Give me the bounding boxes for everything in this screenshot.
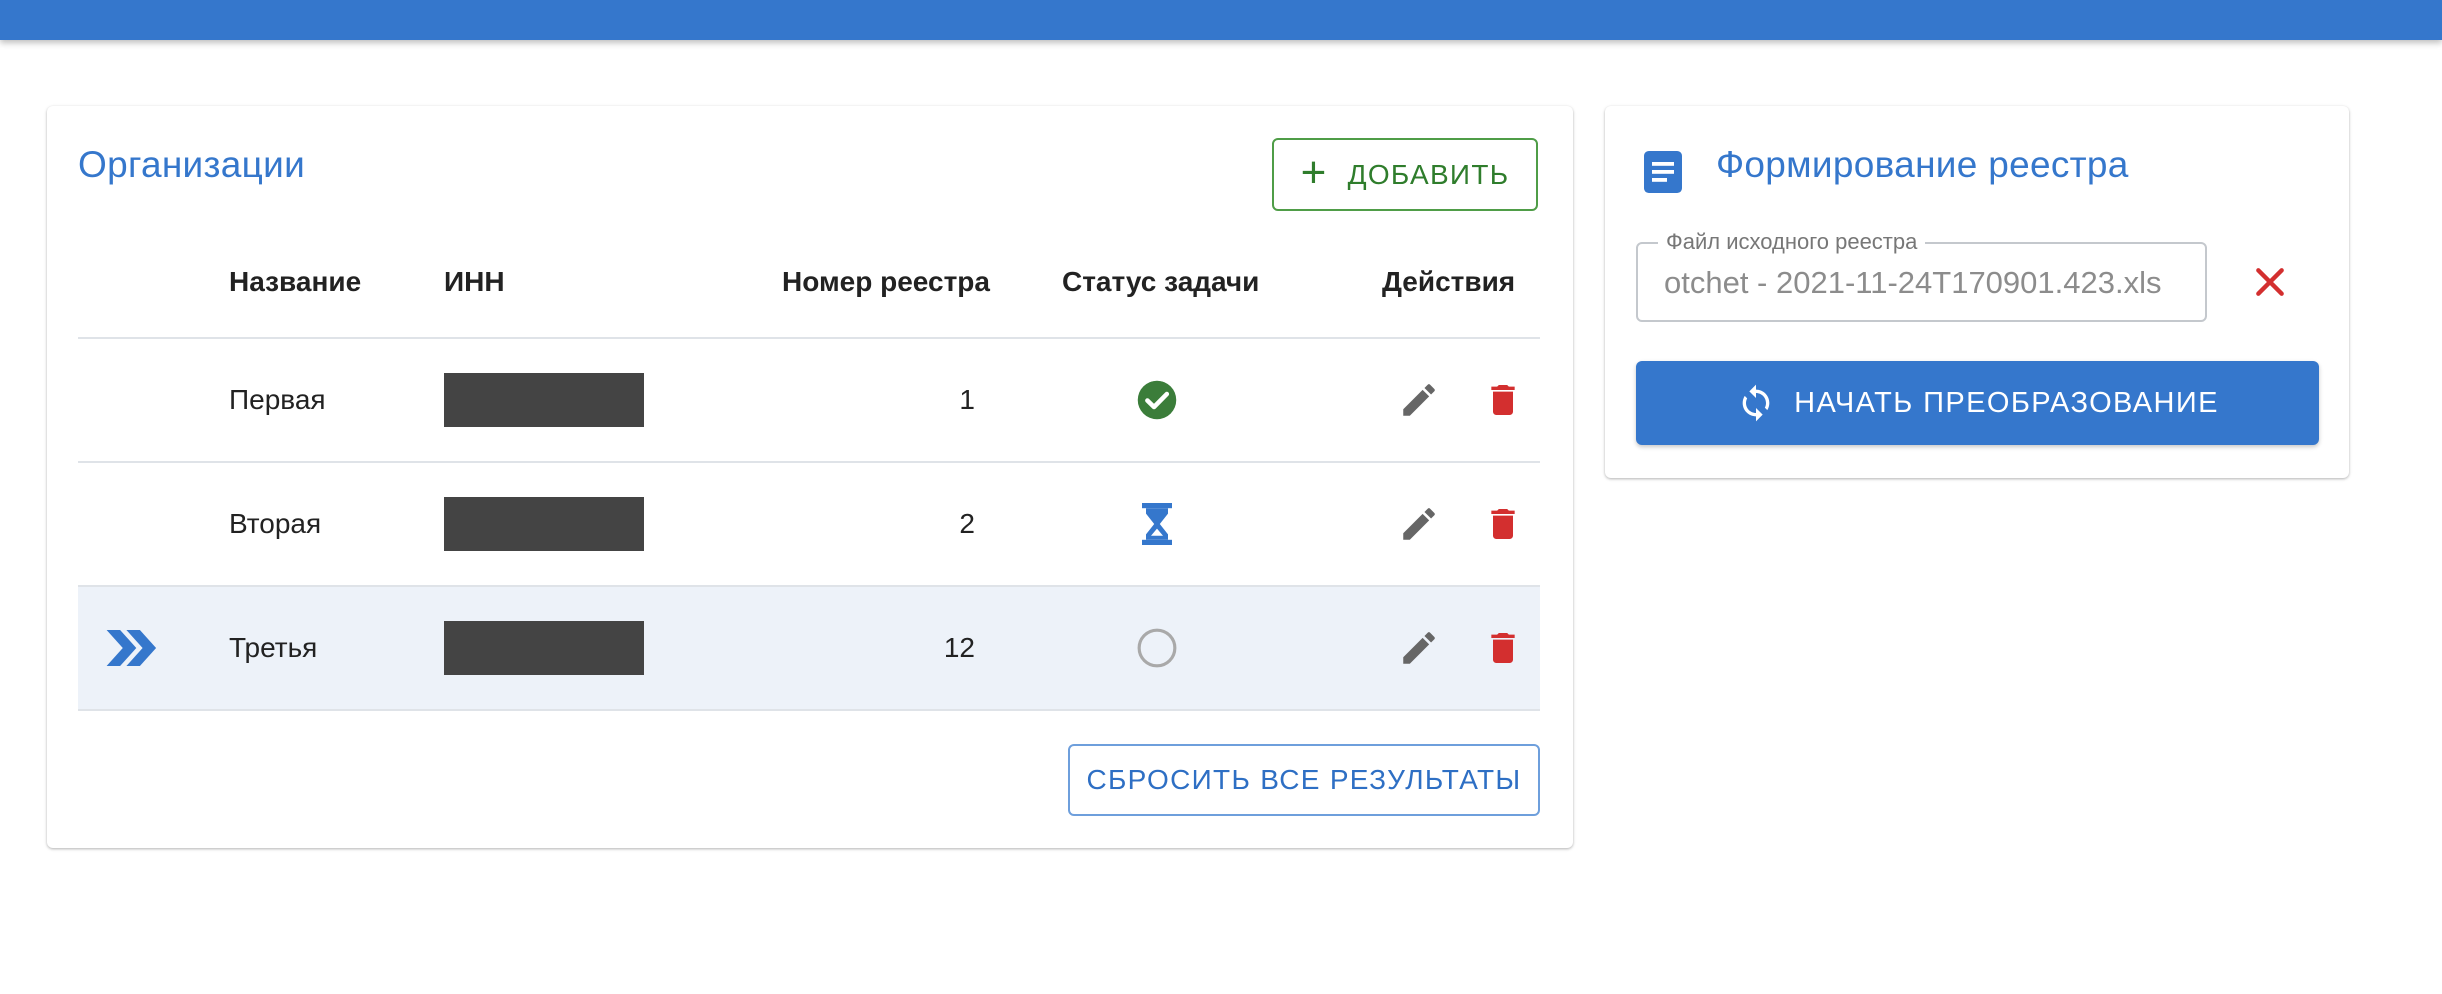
pencil-icon	[1403, 384, 1435, 416]
table-row[interactable]: Вторая 2	[78, 463, 1540, 587]
document-icon	[1644, 151, 1682, 193]
column-header-inn: ИНН	[444, 266, 505, 297]
add-button-label: Добавить	[1347, 158, 1510, 190]
organizations-card: Организации + Добавить Название ИНН Номе…	[47, 106, 1573, 848]
start-conversion-button[interactable]: Начать преобразование	[1636, 361, 2319, 445]
delete-button[interactable]	[1483, 339, 1523, 461]
edit-button[interactable]	[1398, 463, 1440, 585]
row-name: Вторая	[229, 508, 322, 539]
inn-cell	[444, 463, 644, 585]
add-organization-button[interactable]: + Добавить	[1272, 138, 1538, 211]
inn-cell	[444, 587, 644, 709]
trash-icon	[1491, 633, 1515, 663]
column-header-task-status: Статус задачи	[1062, 266, 1260, 297]
start-conversion-label: Начать преобразование	[1794, 386, 2219, 419]
status-cell	[1133, 587, 1181, 709]
delete-button[interactable]	[1483, 463, 1523, 585]
table-row-active[interactable]: Третья 12	[78, 587, 1540, 711]
row-registry-number: 12	[943, 632, 975, 663]
delete-button[interactable]	[1483, 587, 1523, 709]
close-icon	[2256, 268, 2284, 296]
row-registry-number: 2	[959, 508, 975, 539]
row-name: Первая	[229, 384, 326, 415]
registry-title: Формирование реестра	[1716, 144, 2129, 185]
source-file-input[interactable]	[1664, 264, 2184, 302]
source-file-field[interactable]: Файл исходного реестра	[1636, 229, 2207, 322]
organizations-title: Организации	[78, 144, 306, 185]
pencil-icon	[1403, 508, 1435, 540]
current-row-marker	[103, 587, 157, 709]
column-header-name: Название	[229, 266, 362, 297]
sync-icon	[1742, 384, 1770, 422]
double-chevron-right-icon	[106, 630, 157, 666]
row-name: Третья	[229, 632, 318, 663]
redacted-inn	[444, 621, 644, 675]
row-registry-number: 1	[959, 384, 975, 415]
check-circle-icon	[1137, 380, 1177, 420]
column-header-registry-number: Номер реестра	[782, 266, 990, 297]
trash-icon	[1491, 385, 1515, 415]
status-cell	[1133, 339, 1181, 461]
edit-button[interactable]	[1398, 587, 1440, 709]
column-header-actions: Действия	[1382, 266, 1516, 297]
redacted-inn	[444, 497, 644, 551]
clear-file-button[interactable]	[2250, 262, 2290, 302]
redacted-inn	[444, 373, 644, 427]
edit-button[interactable]	[1398, 339, 1440, 461]
inn-cell	[444, 339, 644, 461]
source-file-label: Файл исходного реестра	[1658, 229, 1926, 255]
status-cell	[1133, 463, 1181, 585]
reset-all-results-button[interactable]: Сбросить все результаты	[1068, 744, 1540, 816]
trash-icon	[1491, 509, 1515, 539]
hourglass-icon	[1142, 503, 1172, 545]
top-app-bar	[0, 0, 2442, 40]
registry-card: Формирование реестра Файл исходного реес…	[1605, 106, 2349, 478]
plus-icon: +	[1300, 147, 1328, 197]
pencil-icon	[1403, 632, 1435, 664]
empty-circle-icon	[1137, 628, 1177, 668]
table-row[interactable]: Первая 1	[78, 339, 1540, 463]
